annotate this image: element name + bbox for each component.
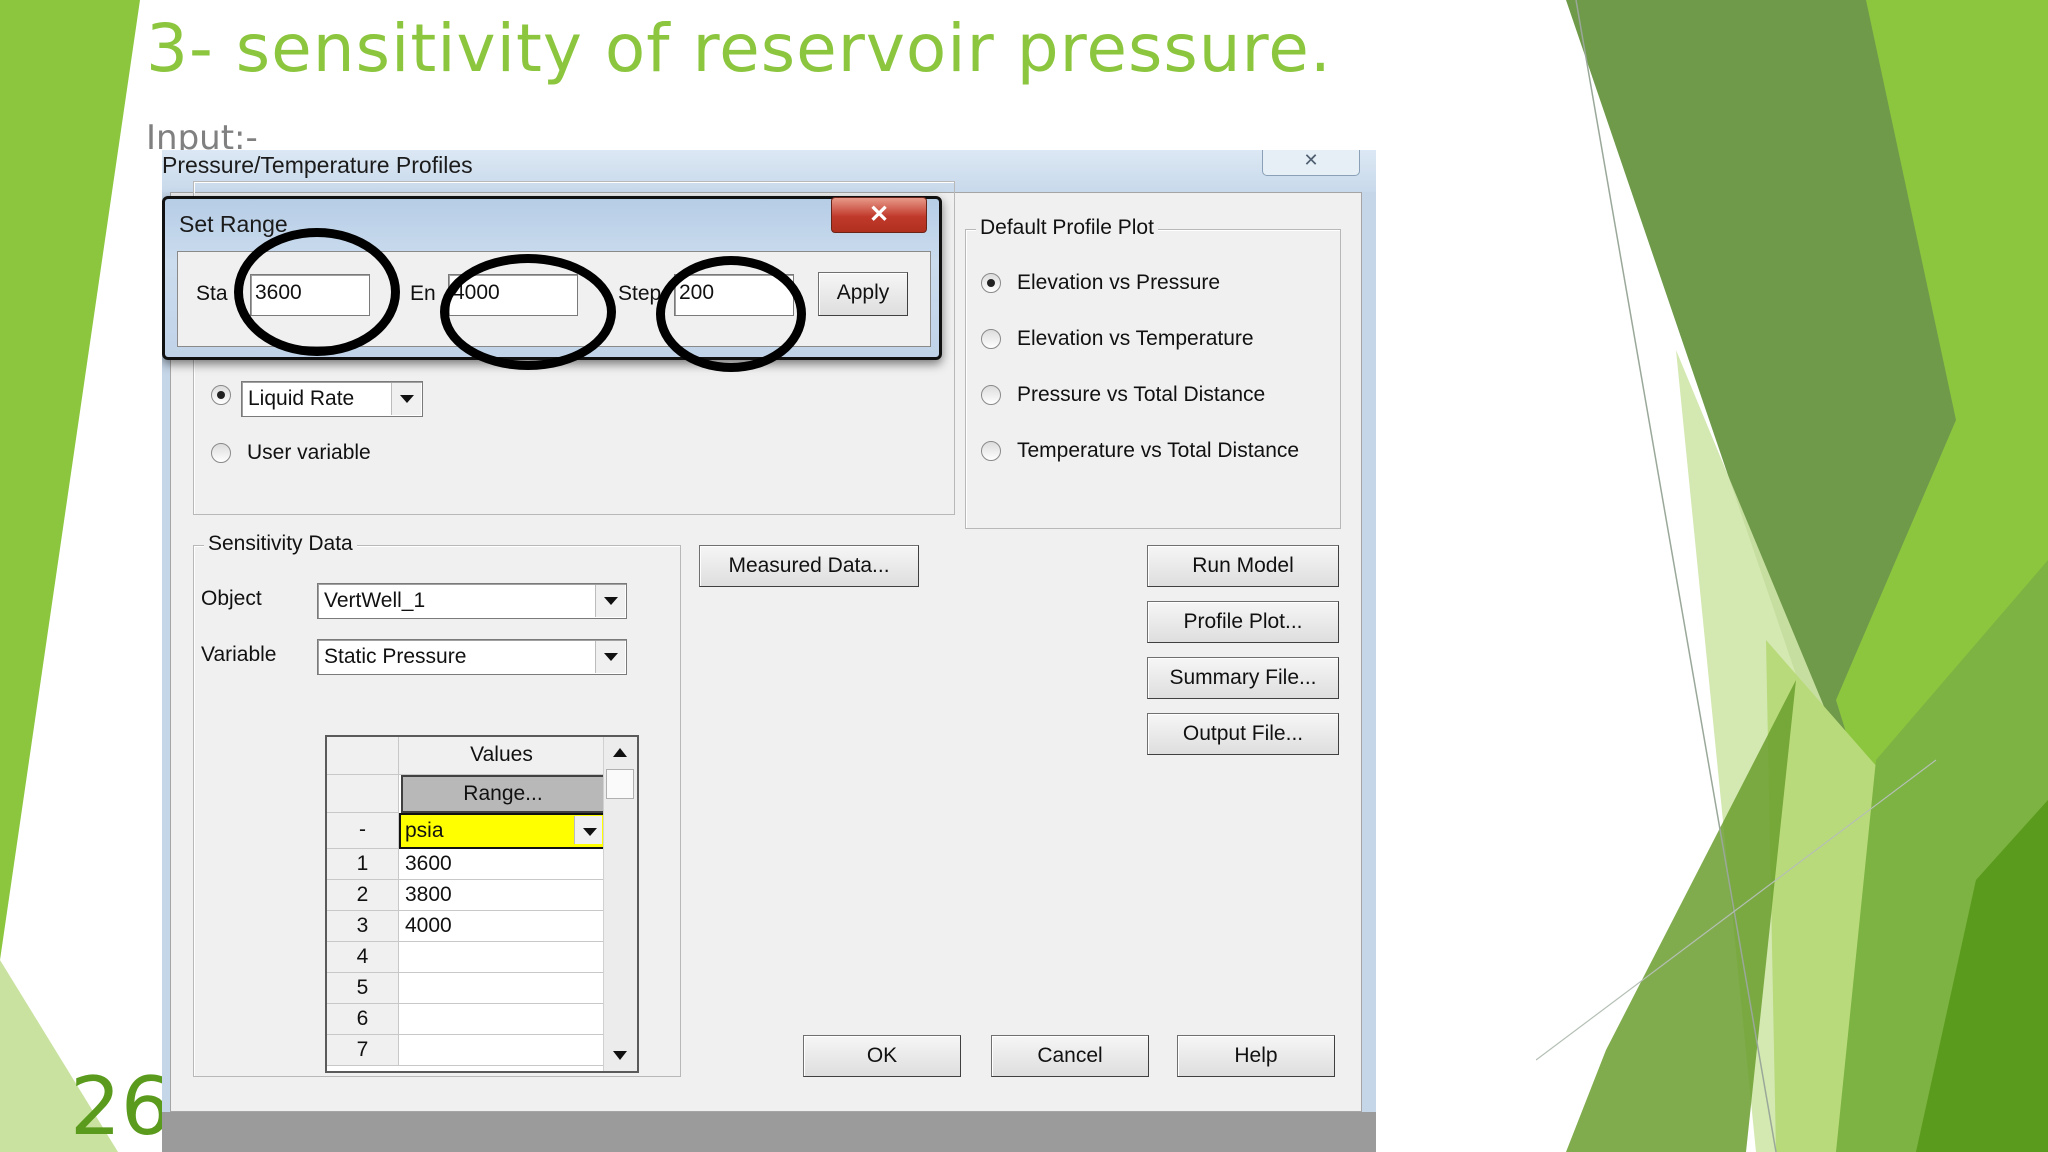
chevron-down-icon[interactable] (595, 641, 625, 673)
slide-number: 26 (70, 1060, 172, 1152)
row-number: 1 (327, 849, 399, 880)
bottom-strip (162, 1112, 1376, 1152)
set-range-title: Set Range (179, 211, 288, 237)
window-title: Pressure/Temperature Profiles (162, 152, 473, 178)
step-label: Step (618, 282, 662, 305)
window-close-button[interactable]: ✕ (1262, 150, 1360, 176)
pt-profiles-window: Pressure/Temperature Profiles ✕ Liquid R… (162, 150, 1376, 1152)
user-variable-radio[interactable] (211, 443, 231, 463)
row-number: 2 (327, 880, 399, 911)
profile-plot-button[interactable]: Profile Plot... (1147, 601, 1339, 643)
object-combo[interactable]: VertWell_1 (317, 583, 627, 619)
scroll-thumb[interactable] (606, 769, 634, 799)
row-number: 4 (327, 942, 399, 973)
unit-row-marker: - (327, 813, 399, 849)
run-model-button[interactable]: Run Model (1147, 545, 1339, 587)
pressure-vs-distance-label: Pressure vs Total Distance (1017, 383, 1266, 406)
variable-combo[interactable]: Static Pressure (317, 639, 627, 675)
row-number: 7 (327, 1035, 399, 1066)
unit-value: psia (405, 819, 444, 842)
temperature-vs-distance-radio[interactable] (981, 441, 1001, 461)
ok-button[interactable]: OK (803, 1035, 961, 1077)
sensitivity-data-label: Sensitivity Data (204, 532, 357, 556)
end-annotation-circle (440, 254, 616, 370)
row-number: 5 (327, 973, 399, 1004)
slide-title: 3- sensitivity of reservoir pressure. (146, 10, 1332, 87)
value-cell[interactable] (399, 1035, 605, 1066)
chevron-down-icon[interactable] (574, 816, 602, 844)
apply-button[interactable]: Apply (818, 272, 908, 316)
scroll-down-icon[interactable] (604, 1039, 636, 1069)
values-column-header: Values (399, 737, 605, 775)
temperature-vs-distance-label: Temperature vs Total Distance (1017, 439, 1300, 462)
end-label: En (410, 282, 436, 305)
value-cell[interactable]: 3800 (399, 880, 605, 911)
liquid-rate-value: Liquid Rate (248, 387, 355, 410)
value-cell[interactable] (399, 973, 605, 1004)
liquid-rate-combo[interactable]: Liquid Rate (241, 381, 423, 417)
grid-corner (327, 737, 399, 775)
liquid-rate-radio[interactable] (211, 385, 231, 405)
right-decoration (1536, 0, 2048, 1152)
elevation-vs-pressure-label: Elevation vs Pressure (1017, 271, 1221, 294)
object-value: VertWell_1 (324, 589, 426, 612)
pressure-vs-distance-radio[interactable] (981, 385, 1001, 405)
chevron-down-icon[interactable] (595, 585, 625, 617)
user-variable-label: User variable (247, 441, 371, 464)
measured-data-button[interactable]: Measured Data... (699, 545, 919, 587)
slide: 3- sensitivity of reservoir pressure. In… (0, 0, 2048, 1152)
value-cell[interactable]: 3600 (399, 849, 605, 880)
row-number: 6 (327, 1004, 399, 1035)
variable-value: Static Pressure (324, 645, 467, 668)
default-profile-plot-label: Default Profile Plot (976, 216, 1158, 240)
unit-combo[interactable]: psia (399, 813, 605, 849)
range-button[interactable]: Range... (401, 775, 605, 813)
elevation-vs-pressure-radio[interactable] (981, 273, 1001, 293)
grid-corner-2 (327, 775, 399, 813)
object-label: Object (201, 587, 262, 610)
output-file-button[interactable]: Output File... (1147, 713, 1339, 755)
close-icon: ✕ (1303, 150, 1319, 170)
scroll-up-icon[interactable] (604, 737, 636, 767)
grid-scrollbar[interactable] (603, 737, 637, 1071)
summary-file-button[interactable]: Summary File... (1147, 657, 1339, 699)
elevation-vs-temperature-label: Elevation vs Temperature (1017, 327, 1254, 350)
cancel-button[interactable]: Cancel (991, 1035, 1149, 1077)
step-annotation-circle (656, 256, 806, 372)
set-range-close-button[interactable]: ✕ (831, 197, 927, 233)
start-annotation-circle (234, 228, 400, 356)
value-cell[interactable] (399, 942, 605, 973)
sensitivity-values-grid: Values Range... - psia 1 3600 2 3800 3 4… (325, 735, 639, 1073)
value-cell[interactable]: 4000 (399, 911, 605, 942)
start-label: Sta (196, 282, 228, 305)
variable-label: Variable (201, 643, 277, 666)
close-icon: ✕ (868, 201, 890, 228)
row-number: 3 (327, 911, 399, 942)
elevation-vs-temperature-radio[interactable] (981, 329, 1001, 349)
value-cell[interactable] (399, 1004, 605, 1035)
help-button[interactable]: Help (1177, 1035, 1335, 1077)
chevron-down-icon[interactable] (391, 383, 421, 415)
